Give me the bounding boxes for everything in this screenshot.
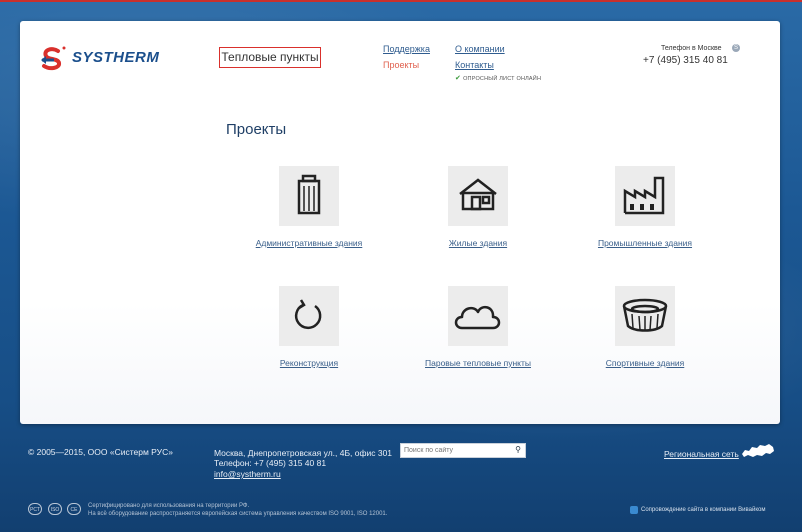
tile-sports-buildings[interactable] [615, 286, 675, 346]
search-input[interactable] [404, 445, 504, 456]
rst-cert-icon: РСТ [28, 503, 42, 515]
systherm-logo[interactable]: SYSTHERM [38, 44, 188, 74]
footer-phone: Телефон: +7 (495) 315 40 81 [214, 458, 327, 468]
skype-icon[interactable]: S [732, 44, 740, 52]
tile-label-sports[interactable]: Спортивные здания [606, 358, 685, 368]
nav-support-link[interactable]: Поддержка [383, 44, 430, 54]
top-accent-line [0, 0, 802, 2]
footer-address: Москва, Днепропетровская ул., 4Б, офис 3… [214, 448, 393, 458]
nav-projects-link[interactable]: Проекты [383, 60, 419, 70]
house-icon [459, 178, 497, 211]
office-building-icon [297, 174, 321, 215]
survey-link[interactable]: ✔ ОПРОСНЫЙ ЛИСТ ОНЛАЙН [455, 74, 541, 82]
tile-reconstruction[interactable] [279, 286, 339, 346]
search-box[interactable]: ⚲ [400, 443, 526, 458]
tile-residential-buildings[interactable] [448, 166, 508, 226]
phone-label: Телефон в Москве [661, 45, 722, 52]
phone-number: +7 (495) 315 40 81 [643, 55, 728, 66]
logo-text: SYSTHERM [72, 49, 160, 66]
tile-admin-buildings[interactable] [279, 166, 339, 226]
tile-label-residential[interactable]: Жилые здания [449, 238, 507, 248]
cert-line-1: Сертифицировано для использования на тер… [88, 503, 250, 509]
logo-mark-icon [41, 46, 66, 71]
page-title: Проекты [226, 121, 287, 138]
regional-network-link[interactable]: Региональная сеть [664, 449, 739, 459]
russia-map-icon[interactable] [740, 442, 776, 460]
tile-industrial-buildings[interactable] [615, 166, 675, 226]
iso-cert-icon: ISO [48, 503, 62, 515]
tile-label-admin[interactable]: Административные здания [256, 238, 363, 248]
cert-line-2: На всё оборудование распространяется евр… [88, 511, 388, 517]
tile-steam-heat-points[interactable] [448, 286, 508, 346]
stadium-icon [622, 298, 668, 332]
search-icon[interactable]: ⚲ [515, 445, 521, 454]
tile-label-industrial[interactable]: Промышленные здания [598, 238, 692, 248]
ce-cert-icon: CE [67, 503, 81, 515]
factory-icon [623, 176, 665, 215]
check-icon: ✔ [455, 75, 462, 82]
nav-heat-points-button[interactable]: Тепловые пункты [219, 47, 321, 68]
nav-about-link[interactable]: О компании [455, 44, 505, 54]
footer-copyright: © 2005—2015, ООО «Систерм РУС» [28, 447, 173, 457]
nav-contacts-link[interactable]: Контакты [455, 60, 494, 70]
survey-label: ОПРОСНЫЙ ЛИСТ ОНЛАЙН [463, 76, 542, 82]
refresh-icon [294, 299, 322, 330]
vivaikom-logo-icon [630, 506, 638, 514]
site-support-credit[interactable]: Сопровождение сайта в компании Вивайком [641, 507, 765, 513]
tile-label-steam[interactable]: Паровые тепловые пункты [425, 358, 531, 368]
tile-label-reconstruction[interactable]: Реконструкция [280, 358, 338, 368]
footer-email-link[interactable]: info@systherm.ru [214, 469, 281, 479]
cloud-icon [454, 305, 501, 330]
